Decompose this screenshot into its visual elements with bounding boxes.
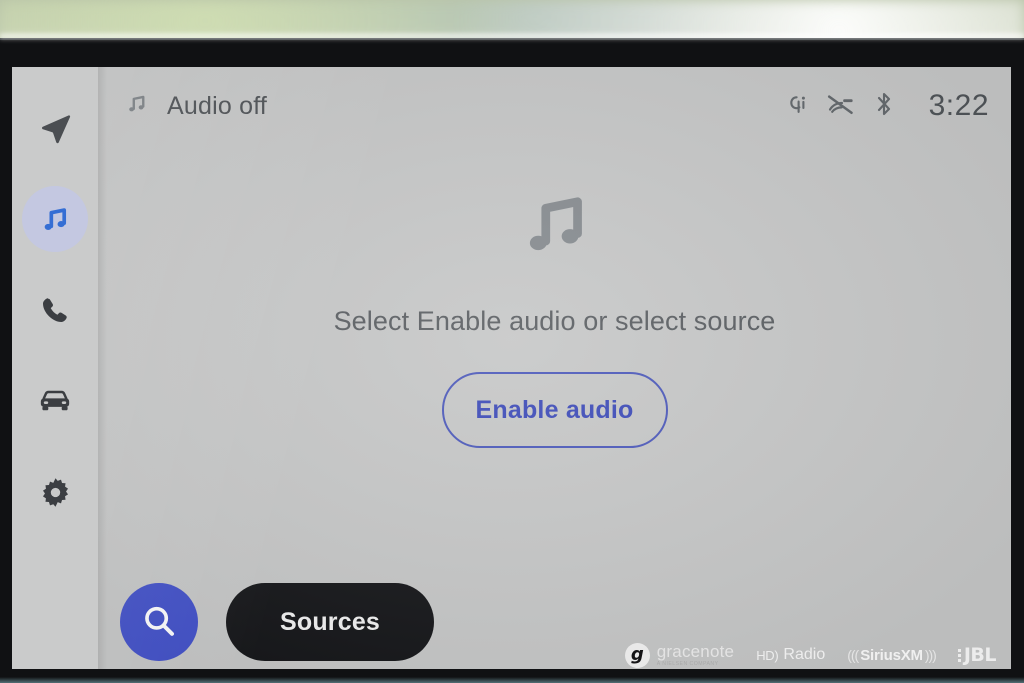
status-bar-left: Audio off <box>124 91 267 121</box>
gear-icon <box>39 476 72 509</box>
hd-radio-logo: HD) Radio <box>756 646 825 664</box>
status-bar: Audio off 3:22 <box>98 67 1011 145</box>
siriusxm-logo: ((( SiriusXM ))) <box>847 647 937 664</box>
music-note-icon <box>514 183 596 270</box>
siriusxm-word-sirius: Sirius <box>860 646 901 664</box>
hd-radio-word: Radio <box>783 646 826 663</box>
sidebar-item-settings[interactable] <box>22 459 88 525</box>
gracenote-mark-icon: g <box>624 642 650 668</box>
sidebar-item-navigation[interactable] <box>22 95 88 161</box>
gracenote-wordmark: gracenote A NIELSEN COMPANY <box>657 643 734 667</box>
car-front-icon <box>37 383 73 419</box>
sidebar-item-media[interactable] <box>22 186 88 252</box>
bluetooth-icon <box>875 90 893 123</box>
enable-audio-button[interactable]: Enable audio <box>441 372 668 448</box>
music-note-icon <box>38 202 72 236</box>
gracenote-logo: g gracenote A NIELSEN COMPANY <box>624 642 734 668</box>
siriusxm-wordmark: SiriusXM <box>860 647 923 664</box>
gracenote-name: gracenote <box>656 641 735 661</box>
status-bar-right: 3:22 <box>785 89 989 123</box>
siriusxm-right-wave-icon: ))) <box>924 647 937 663</box>
hd-radio-mark-icon: HD) <box>756 647 779 663</box>
status-clock: 3:22 <box>928 89 989 122</box>
sidebar-nav <box>12 67 107 669</box>
jbl-logo: JBL <box>957 644 997 666</box>
device-bezel: Audio off 3:22 Select Enable audio or se… <box>0 34 1024 683</box>
navigation-arrow-icon <box>38 111 72 145</box>
hd-radio-mark-suffix: ) <box>774 647 779 663</box>
siriusxm-left-wave-icon: ((( <box>847 647 859 663</box>
sidebar-item-phone[interactable] <box>22 277 88 343</box>
phone-handset-icon <box>39 294 71 326</box>
jbl-bars-icon <box>957 648 961 662</box>
siriusxm-word-xm: XM <box>900 646 923 664</box>
hd-radio-mark-text: HD <box>756 647 775 663</box>
gracenote-tagline: A NIELSEN COMPANY <box>656 660 719 667</box>
sidebar-item-vehicle[interactable] <box>22 368 88 434</box>
bezel-top-highlight <box>0 34 1024 41</box>
media-empty-state: Select Enable audio or select source Ena… <box>98 145 1011 669</box>
bezel-bottom-glow <box>0 677 1024 683</box>
jbl-wordmark: JBL <box>963 644 997 666</box>
brand-logo-strip: g gracenote A NIELSEN COMPANY HD) Radio … <box>0 635 1024 675</box>
empty-state-message: Select Enable audio or select source <box>333 306 776 336</box>
wireless-charging-qi-icon <box>785 91 807 122</box>
voice-recognition-muted-icon <box>826 91 856 122</box>
page-title: Audio off <box>167 91 268 120</box>
music-note-icon <box>124 91 149 121</box>
main-panel: Audio off 3:22 Select Enable audio or se… <box>98 67 1011 669</box>
infotainment-screen: Audio off 3:22 Select Enable audio or se… <box>12 67 1011 669</box>
